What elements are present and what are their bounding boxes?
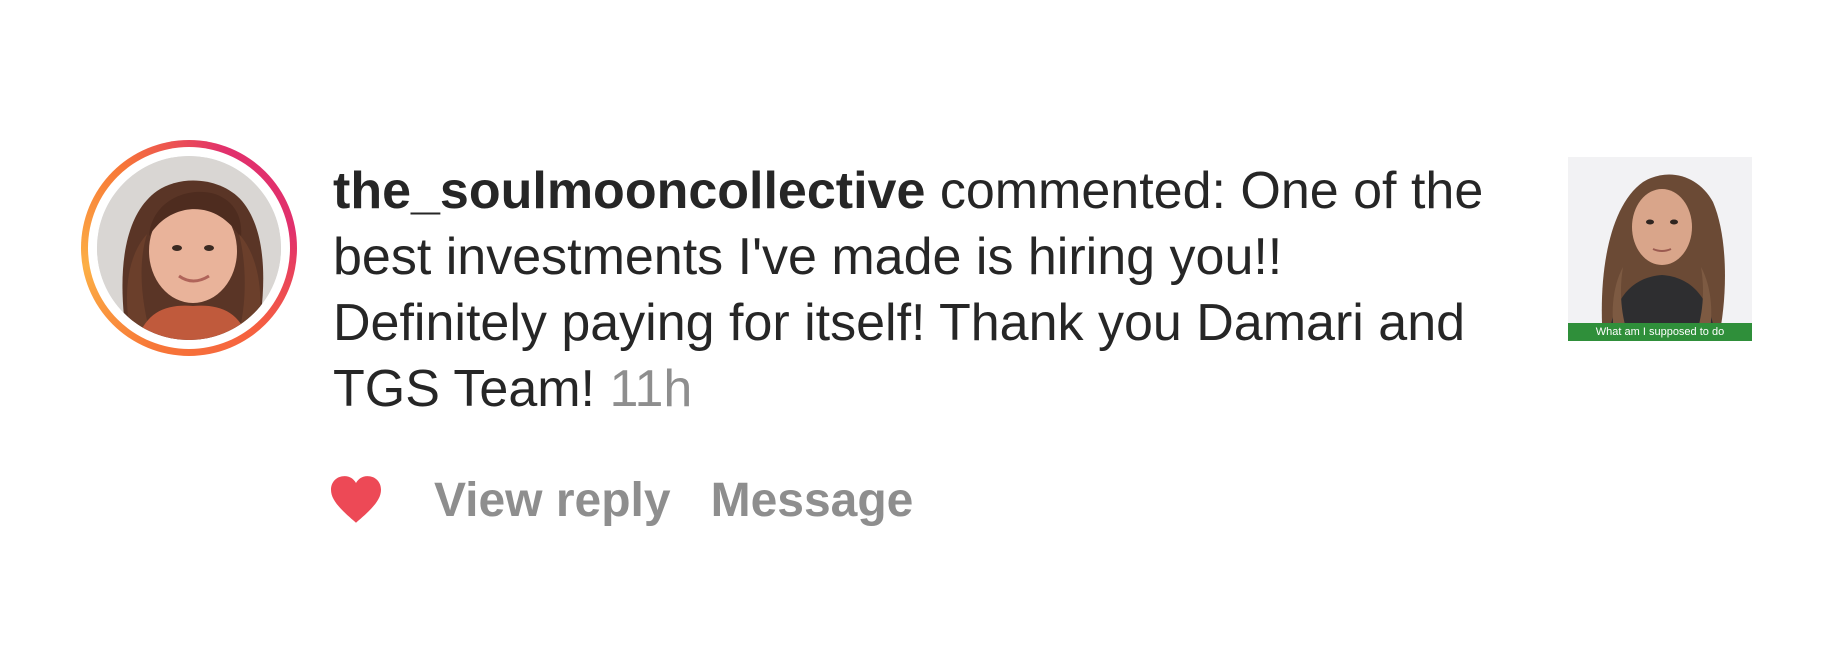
post-thumbnail-caption: What am I supposed to do [1568,323,1752,341]
notification-text: the_soulmooncollective commented: One of… [333,158,1503,422]
avatar[interactable] [97,156,281,340]
view-reply-button[interactable]: View reply [434,473,671,528]
avatar-story-ring[interactable] [81,140,297,356]
message-button[interactable]: Message [711,473,914,528]
username-link[interactable]: the_soulmooncollective [333,162,925,220]
post-thumbnail[interactable]: What am I supposed to do [1568,157,1752,341]
timestamp: 11h [609,360,693,418]
heart-icon[interactable] [328,475,384,525]
post-preview-image-icon [1568,157,1752,341]
action-row: View reply Message [328,470,913,530]
profile-photo-icon [97,156,281,340]
